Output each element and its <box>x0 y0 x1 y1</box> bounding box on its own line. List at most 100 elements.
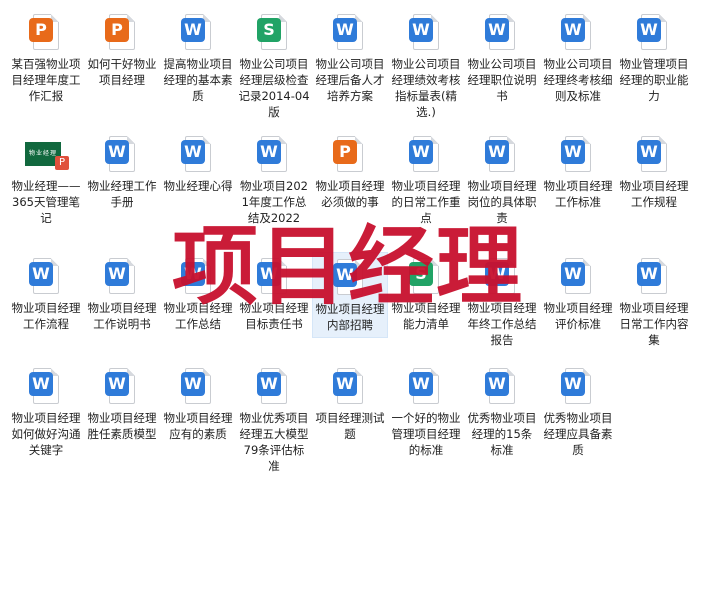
file-item[interactable]: W 物业公司项目经理终考核细则及标准 <box>540 8 616 104</box>
file-type-badge: W <box>561 262 585 286</box>
word-doc-icon: W <box>257 368 291 408</box>
file-type-badge: W <box>105 372 129 396</box>
word-doc-icon: W <box>561 258 595 298</box>
presentation-doc-icon: P <box>29 14 63 54</box>
file-label: 物业项目经理胜任素质模型 <box>87 411 157 441</box>
file-label: 物业项目经理日常工作内容集 <box>619 301 689 347</box>
file-item[interactable]: W 物业项目经理评价标准 <box>540 252 616 332</box>
file-item[interactable]: P 如何干好物业项目经理 <box>84 8 160 88</box>
file-type-badge: W <box>105 140 129 164</box>
file-item[interactable]: P 某百强物业项目经理年度工作汇报 <box>8 8 84 104</box>
spreadsheet-doc-icon: S <box>257 14 291 54</box>
file-item[interactable]: W 物业优秀项目经理五大模型79条评估标准 <box>236 362 312 474</box>
file-item[interactable]: W 物业项目经理胜任素质模型 <box>84 362 160 442</box>
file-item[interactable]: W 物业项目经理工作流程 <box>8 252 84 332</box>
file-label: 物业项目经理岗位的具体职责 <box>467 179 537 225</box>
file-type-badge: W <box>409 18 433 42</box>
word-doc-icon: W <box>257 258 291 298</box>
presentation-doc-icon: P <box>105 14 139 54</box>
word-doc-icon: W <box>409 14 443 54</box>
file-item[interactable]: W 物业项目经理岗位的具体职责 <box>464 130 540 226</box>
file-label: 物业项目经理内部招聘 <box>315 302 385 332</box>
file-label: 物业经理工作手册 <box>87 179 157 209</box>
file-type-badge: W <box>637 262 661 286</box>
word-doc-icon: W <box>561 368 595 408</box>
file-item[interactable]: W 物业项目经理应有的素质 <box>160 362 236 442</box>
file-type-badge: W <box>181 18 205 42</box>
file-type-badge: W <box>29 372 53 396</box>
file-item[interactable]: W 物业项目经理工作标准 <box>540 130 616 210</box>
file-item[interactable]: W 物业项目经理目标责任书 <box>236 252 312 332</box>
file-item[interactable]: W 物业项目经理如何做好沟通关键字 <box>8 362 84 458</box>
file-label: 物业项目经理工作流程 <box>11 301 81 331</box>
file-label: 物业项目2021年度工作总结及2022 <box>240 179 308 225</box>
word-doc-icon: W <box>181 368 215 408</box>
word-doc-icon: W <box>637 136 671 176</box>
word-doc-icon: W <box>181 14 215 54</box>
file-type-badge: W <box>105 262 129 286</box>
presentation-mini-icon: P <box>55 156 69 170</box>
file-type-badge: W <box>637 140 661 164</box>
file-label: 物业管理项目经理的职业能力 <box>619 57 689 103</box>
file-item[interactable]: W 物业项目2021年度工作总结及2022 <box>236 130 312 226</box>
word-doc-icon: W <box>105 368 139 408</box>
file-label: 如何干好物业项目经理 <box>87 57 157 87</box>
file-item[interactable]: W 项目经理测试题 <box>312 362 388 442</box>
file-label: 物业项目经理工作规程 <box>619 179 689 209</box>
file-item[interactable]: W 物业管理项目经理的职业能力 <box>616 8 692 104</box>
file-label: 物业项目经理工作标准 <box>543 179 613 209</box>
word-doc-icon: W <box>105 258 139 298</box>
file-type-badge: W <box>333 372 357 396</box>
file-item[interactable]: W 物业公司项目经理职位说明书 <box>464 8 540 104</box>
file-label: 提高物业项目经理的基本素质 <box>163 57 233 103</box>
file-item[interactable]: W 优秀物业项目经理应具备素质 <box>540 362 616 458</box>
file-label: 物业项目经理的日常工作重点 <box>391 179 461 225</box>
file-item[interactable]: S 物业公司项目经理层级检查记录2014-04版 <box>236 8 312 120</box>
file-label: 物业项目经理应有的素质 <box>163 411 233 441</box>
file-item[interactable]: W 物业项目经理日常工作内容集 <box>616 252 692 348</box>
file-grid: P 某百强物业项目经理年度工作汇报 P 如何干好物业项目经理 W 提高物业项目经理的基本素… <box>0 0 703 613</box>
file-label: 物业项目经理工作说明书 <box>87 301 157 331</box>
word-doc-icon: W <box>485 368 519 408</box>
file-type-badge: W <box>181 140 205 164</box>
file-item[interactable]: W 优秀物业项目经理的15条标准 <box>464 362 540 458</box>
file-type-badge: S <box>257 18 281 42</box>
file-item[interactable]: P 物业项目经理必须做的事 <box>312 130 388 210</box>
file-type-badge: W <box>333 18 357 42</box>
file-label: 物业项目经理年终工作总结报告 <box>467 301 537 347</box>
word-doc-icon: W <box>257 136 291 176</box>
file-label: 物业公司项目经理终考核细则及标准 <box>543 57 613 103</box>
file-item[interactable]: W 物业项目经理工作说明书 <box>84 252 160 332</box>
file-item[interactable]: W 物业项目经理内部招聘 <box>312 252 388 338</box>
file-type-badge: W <box>485 18 509 42</box>
word-doc-icon: W <box>29 368 63 408</box>
file-item[interactable]: W 物业经理心得 <box>160 130 236 194</box>
file-item[interactable]: W 物业项目经理的日常工作重点 <box>388 130 464 226</box>
file-item[interactable]: 物业经理 P 物业经理——365天管理笔记 <box>8 130 84 226</box>
file-item[interactable]: W 物业项目经理工作总结 <box>160 252 236 332</box>
file-type-badge: P <box>333 140 357 164</box>
word-doc-icon: W <box>561 136 595 176</box>
word-doc-icon: W <box>409 136 443 176</box>
word-doc-icon: W <box>333 368 367 408</box>
file-item[interactable]: W 一个好的物业管理项目经理的标准 <box>388 362 464 458</box>
file-type-badge: W <box>409 372 433 396</box>
file-label: 物业项目经理评价标准 <box>543 301 613 331</box>
file-item[interactable]: W 物业项目经理工作规程 <box>616 130 692 210</box>
word-doc-icon: W <box>485 258 519 298</box>
file-item[interactable]: W 提高物业项目经理的基本素质 <box>160 8 236 104</box>
file-item[interactable]: W 物业经理工作手册 <box>84 130 160 210</box>
file-item[interactable]: W 物业公司项目经理后备人才培养方案 <box>312 8 388 104</box>
file-label: 物业公司项目经理绩效考核指标量表(精选.) <box>391 57 461 119</box>
file-label: 优秀物业项目经理应具备素质 <box>543 411 613 457</box>
file-type-badge: W <box>561 140 585 164</box>
file-label: 物业经理心得 <box>163 179 233 193</box>
image-thumbnail-icon: 物业经理 P <box>25 136 69 176</box>
file-type-badge: W <box>485 140 509 164</box>
file-item[interactable]: S 物业项目经理能力清单 <box>388 252 464 332</box>
file-type-badge: W <box>485 262 509 286</box>
file-type-badge: W <box>333 263 357 287</box>
file-item[interactable]: W 物业项目经理年终工作总结报告 <box>464 252 540 348</box>
file-label: 物业公司项目经理层级检查记录2014-04版 <box>238 57 310 119</box>
file-item[interactable]: W 物业公司项目经理绩效考核指标量表(精选.) <box>388 8 464 120</box>
